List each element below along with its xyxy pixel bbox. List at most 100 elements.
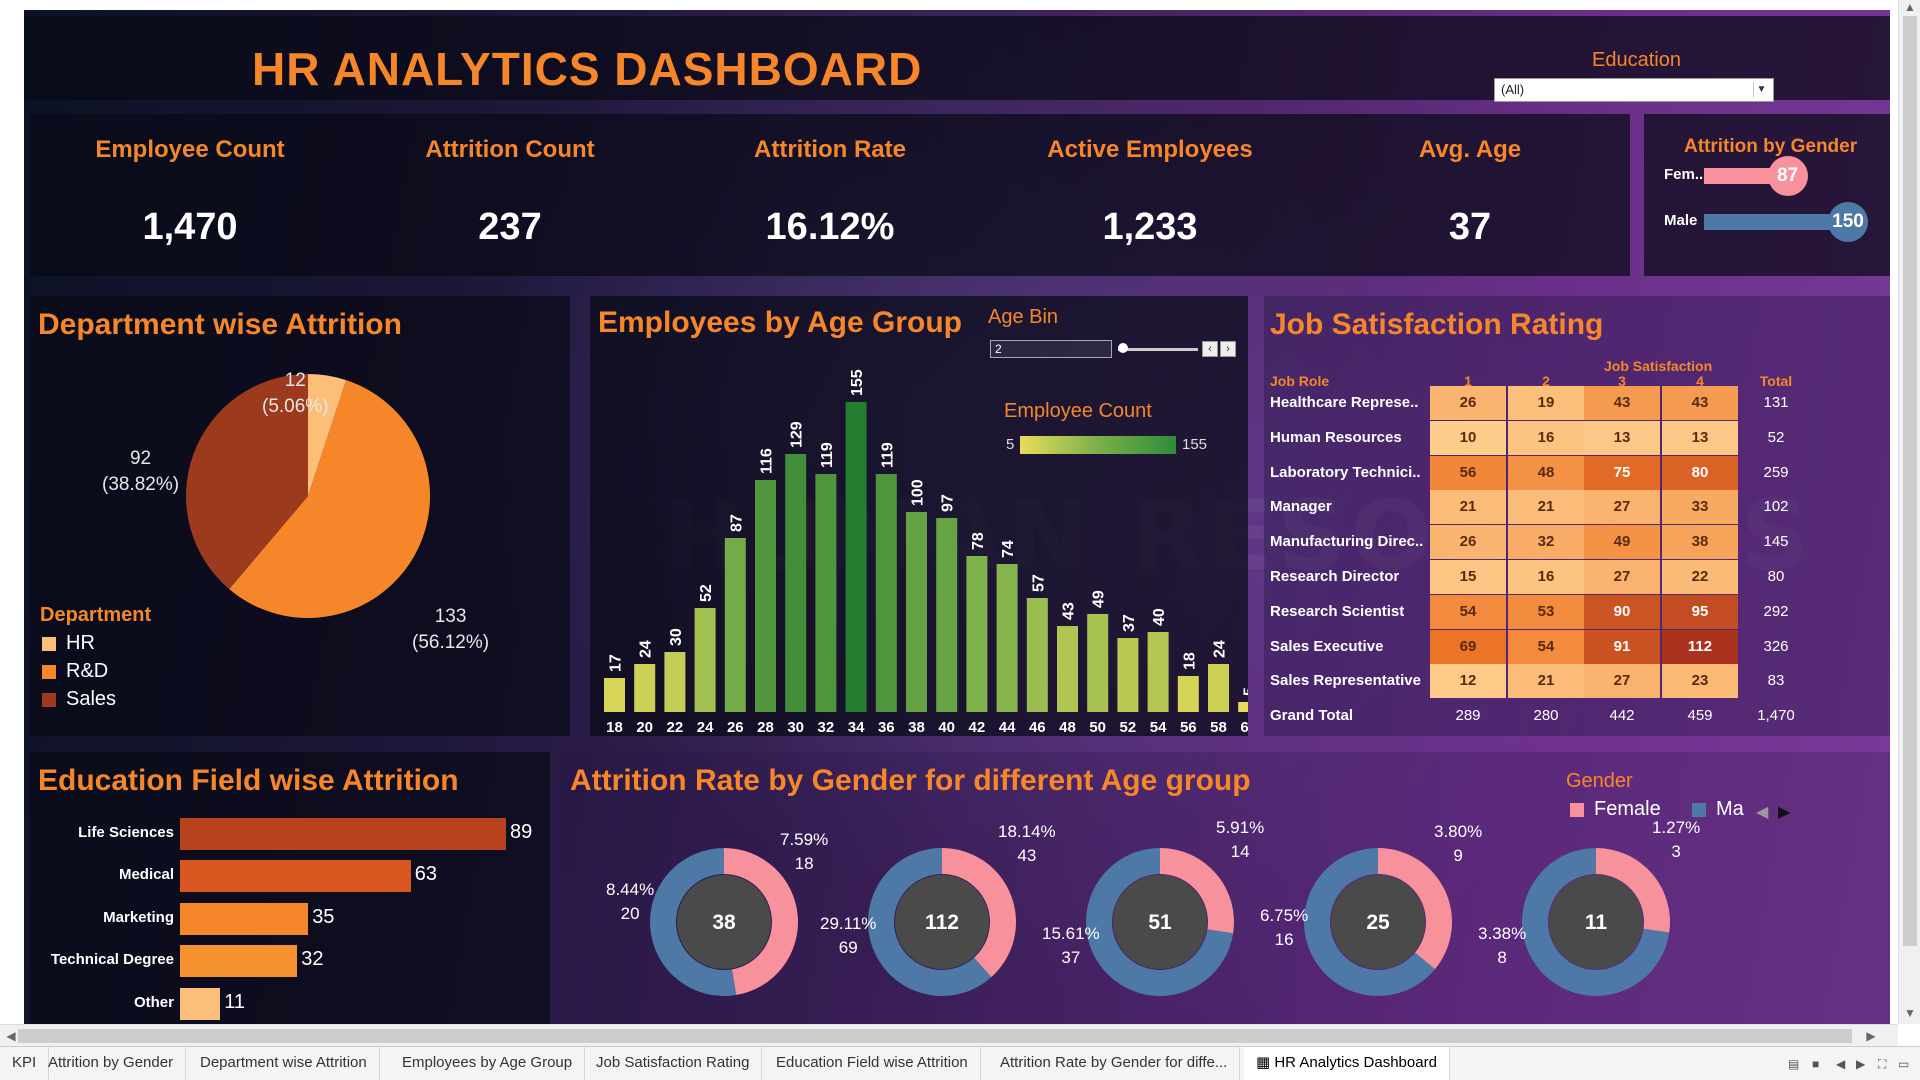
age-bar[interactable] (634, 664, 656, 712)
heatmap-cell[interactable]: 21 (1508, 490, 1584, 525)
heatmap-cell[interactable]: 15 (1430, 560, 1506, 594)
heatmap-cell[interactable]: 26 (1430, 525, 1506, 560)
age-bar[interactable] (1087, 614, 1109, 712)
heatmap-cell[interactable]: 75 (1584, 455, 1660, 490)
age-tick-label: 46 (1029, 719, 1046, 736)
heatmap-cell[interactable]: 43 (1584, 386, 1660, 420)
chevron-down-icon[interactable]: ▼ (1753, 82, 1769, 98)
page-title: HR ANALYTICS DASHBOARD (252, 43, 923, 95)
heatmap-cell[interactable]: 22 (1662, 560, 1738, 594)
age-bar-label: 40 (1151, 608, 1168, 626)
heatmap-cell[interactable]: 19 (1508, 386, 1584, 420)
horizontal-scrollbar[interactable]: ◀ ▶ (0, 1024, 1898, 1046)
age-bar[interactable] (1147, 632, 1169, 712)
age-bin-slider-handle[interactable] (1118, 343, 1128, 353)
age-bar[interactable] (936, 518, 958, 712)
heatmap-cell[interactable]: 23 (1662, 664, 1738, 699)
age-bar[interactable] (724, 538, 746, 712)
male-bar[interactable] (1704, 214, 1848, 230)
heatmap-cell[interactable]: 27 (1584, 490, 1660, 525)
tab-job-satisfaction-rating[interactable]: Job Satisfaction Rating (584, 1047, 763, 1080)
heatmap-cell[interactable]: 16 (1508, 420, 1584, 455)
education-bar[interactable] (180, 902, 309, 935)
education-bar[interactable] (180, 945, 298, 978)
heatmap-cell[interactable]: 26 (1430, 386, 1506, 420)
age-bar[interactable] (996, 564, 1018, 712)
heatmap-cell[interactable]: 38 (1662, 525, 1738, 560)
heatmap-cell[interactable]: 90 (1584, 594, 1660, 629)
heatmap-cell[interactable]: 32 (1508, 525, 1584, 560)
heatmap-cell[interactable]: 112 (1662, 629, 1738, 664)
tab-hr-analytics-dashboard[interactable]: ▦ HR Analytics Dashboard (1244, 1047, 1450, 1080)
age-tick-label: 48 (1059, 719, 1076, 736)
chevron-left-icon[interactable]: ‹ (1202, 341, 1218, 357)
age-bar[interactable] (755, 480, 776, 712)
tab-education-field-wise-attrition[interactable]: Education Field wise Attrition (764, 1047, 981, 1080)
heatmap-cell[interactable]: 43 (1662, 386, 1738, 420)
show-tabs-icon[interactable]: ■ (1812, 1057, 1819, 1071)
heatmap-cell[interactable]: 21 (1508, 664, 1584, 699)
age-bar[interactable] (1177, 676, 1199, 712)
present-icon[interactable]: ▭ (1898, 1057, 1909, 1071)
heatmap-cell[interactable]: 13 (1584, 420, 1660, 455)
heatmap-cell[interactable]: 27 (1584, 560, 1660, 594)
fullscreen-icon[interactable]: ⛶ (1878, 1057, 1886, 1072)
education-bar[interactable] (180, 987, 221, 1020)
next-sheet-icon[interactable]: ▶ (1856, 1057, 1865, 1071)
age-bar[interactable] (1026, 598, 1048, 712)
legend-item-hr[interactable]: HR (42, 632, 95, 655)
prev-sheet-icon[interactable]: ◀ (1836, 1057, 1845, 1071)
chevron-right-icon[interactable]: › (1220, 341, 1236, 357)
heatmap-cell[interactable]: 33 (1662, 490, 1738, 525)
scroll-right-icon[interactable]: ▶ (1860, 1029, 1882, 1043)
legend-item-rd[interactable]: R&D (42, 660, 108, 683)
tab-employees-by-age-group[interactable]: Employees by Age Group (390, 1047, 586, 1080)
heatmap-cell[interactable]: 53 (1508, 594, 1584, 629)
scroll-down-icon[interactable]: ▼ (1899, 1006, 1920, 1020)
age-bar[interactable] (845, 402, 867, 712)
heatmap-cell[interactable]: 80 (1662, 455, 1738, 490)
legend-item-sales[interactable]: Sales (42, 688, 116, 711)
education-bar[interactable] (180, 860, 411, 893)
age-bar[interactable] (1057, 626, 1078, 712)
education-filter-dropdown[interactable]: (All) ▼ (1494, 78, 1774, 102)
age-bar[interactable] (664, 652, 686, 712)
horizontal-scroll-thumb[interactable] (18, 1029, 1852, 1043)
heatmap-cell[interactable]: 48 (1508, 455, 1584, 490)
age-bar[interactable] (1208, 664, 1229, 712)
age-bar[interactable] (1117, 638, 1139, 712)
heatmap-cell[interactable]: 91 (1584, 629, 1660, 664)
age-bar[interactable] (815, 474, 837, 712)
show-filmstrip-icon[interactable]: ▤ (1788, 1057, 1799, 1071)
heatmap-cell[interactable]: 13 (1662, 420, 1738, 455)
tab-attrition-rate-by-gender[interactable]: Attrition Rate by Gender for diffe... (988, 1047, 1241, 1080)
age-bar[interactable] (1238, 702, 1248, 712)
kpi-value: 1,470 (142, 206, 238, 248)
heatmap-cell[interactable]: 69 (1430, 629, 1506, 664)
heatmap-cell[interactable]: 21 (1430, 490, 1506, 525)
age-bar[interactable] (906, 512, 927, 712)
scroll-up-icon[interactable]: ▲ (1899, 0, 1920, 14)
vertical-scroll-thumb[interactable] (1903, 16, 1917, 946)
heatmap-cell[interactable]: 12 (1430, 664, 1506, 699)
tab-attrition-by-gender[interactable]: Attrition by Gender (36, 1047, 187, 1080)
heatmap-cell[interactable]: 54 (1508, 629, 1584, 664)
age-bar[interactable] (604, 678, 625, 712)
heatmap-cell[interactable]: 10 (1430, 420, 1506, 455)
age-bar[interactable] (694, 608, 716, 712)
vertical-scrollbar[interactable]: ▲ ▼ (1898, 0, 1920, 1024)
tab-department-wise-attrition[interactable]: Department wise Attrition (188, 1047, 380, 1080)
heatmap-cell[interactable]: 16 (1508, 560, 1584, 594)
age-bin-input[interactable]: 2 (990, 340, 1112, 358)
age-bar[interactable] (785, 454, 807, 712)
heatmap-cell[interactable]: 95 (1662, 594, 1738, 629)
heatmap-cell[interactable]: 54 (1430, 594, 1506, 629)
education-bar[interactable] (180, 818, 506, 850)
age-bar[interactable] (966, 556, 988, 712)
age-bar[interactable] (875, 474, 897, 712)
heatmap-cell[interactable]: 56 (1430, 455, 1506, 490)
heatmap-cell[interactable]: 27 (1584, 664, 1660, 699)
age-bin-slider[interactable] (1118, 348, 1198, 351)
heatmap-cell[interactable]: 49 (1584, 525, 1660, 560)
education-bar-value: 63 (414, 863, 437, 886)
